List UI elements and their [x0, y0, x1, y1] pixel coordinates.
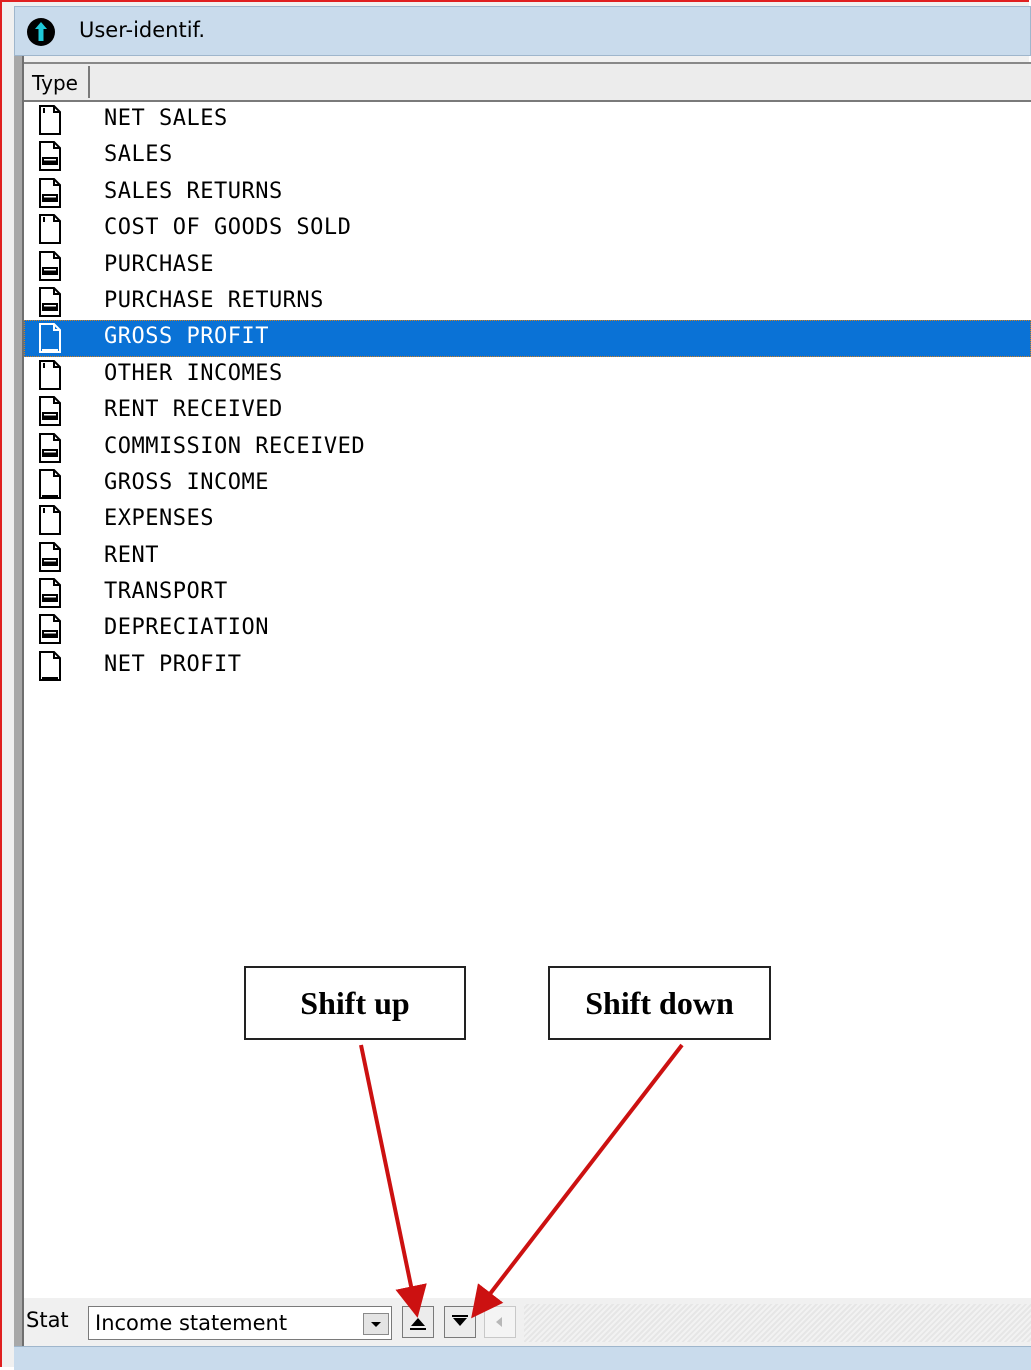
document-outline-icon — [36, 505, 64, 536]
statement-select[interactable]: Income statement — [88, 1306, 392, 1340]
list-item[interactable]: GROSS INCOME — [24, 466, 1031, 502]
document-underline-icon — [36, 468, 64, 499]
document-outline-icon — [36, 214, 64, 245]
list-item-label: NET PROFIT — [104, 651, 242, 677]
title-bar: User-identif. — [14, 6, 1031, 56]
list-item[interactable]: NET PROFIT — [24, 648, 1031, 684]
status-bar — [14, 1346, 1031, 1370]
document-underline-icon — [36, 650, 64, 681]
shift-up-callout: Shift up — [244, 966, 466, 1040]
document-filled-icon — [36, 432, 64, 463]
list-item[interactable]: TRANSPORT — [24, 575, 1031, 611]
document-filled-icon — [36, 614, 64, 645]
left-splitter[interactable] — [14, 56, 24, 1366]
list-item-label: PURCHASE — [104, 251, 214, 277]
list-item[interactable]: SALES — [24, 138, 1031, 174]
list-item[interactable]: COST OF GOODS SOLD — [24, 211, 1031, 247]
list-item[interactable]: OTHER INCOMES — [24, 357, 1031, 393]
list-item[interactable]: RENT RECEIVED — [24, 393, 1031, 429]
list-item[interactable]: PURCHASE RETURNS — [24, 284, 1031, 320]
triangle-up-icon — [410, 1318, 426, 1330]
shift-down-callout: Shift down — [548, 966, 771, 1040]
document-filled-icon — [36, 578, 64, 609]
list-item-label: NET SALES — [104, 106, 228, 131]
triangle-left-icon — [496, 1317, 502, 1327]
list-item-label: RENT — [104, 542, 159, 568]
list-item[interactable]: NET SALES — [24, 102, 1031, 138]
list-item[interactable]: PURCHASE — [24, 248, 1031, 284]
list-item-label: GROSS PROFIT — [104, 324, 269, 350]
window-title: User-identif. — [79, 18, 206, 42]
document-outline-icon — [36, 105, 64, 135]
list-item-label: GROSS INCOME — [104, 469, 269, 495]
list-item-label: OTHER INCOMES — [104, 360, 283, 386]
item-list[interactable]: Type NET SALES SALES SALES RETURNS COST OF … — [24, 62, 1031, 1300]
list-item[interactable]: GROSS PROFIT — [24, 320, 1031, 357]
shift-up-button[interactable] — [402, 1306, 434, 1338]
list-item-label: COST OF GOODS SOLD — [104, 215, 352, 241]
chevron-down-icon[interactable] — [363, 1313, 389, 1335]
list-item[interactable]: COMMISSION RECEIVED — [24, 430, 1031, 466]
bottom-toolbar: Stat Income statement — [24, 1298, 1031, 1346]
shift-down-button[interactable] — [444, 1306, 476, 1338]
info-arrow-icon — [27, 18, 55, 46]
column-header-type[interactable]: Type — [28, 66, 90, 98]
statement-select-value: Income statement — [95, 1311, 288, 1335]
list-item-label: PURCHASE RETURNS — [104, 287, 324, 313]
list-item-label: COMMISSION RECEIVED — [104, 433, 366, 459]
document-underline-icon — [36, 323, 64, 354]
list-item[interactable]: RENT — [24, 539, 1031, 575]
list-item-label: SALES RETURNS — [104, 178, 283, 204]
list-header: Type — [24, 64, 1031, 102]
document-filled-icon — [36, 541, 64, 572]
list-item-label: TRANSPORT — [104, 579, 228, 605]
document-filled-icon — [36, 396, 64, 427]
list-item[interactable]: SALES RETURNS — [24, 175, 1031, 211]
stat-label: Stat — [26, 1308, 69, 1332]
document-filled-icon — [36, 141, 64, 172]
list-item[interactable]: DEPRECIATION — [24, 611, 1031, 647]
triangle-down-icon — [452, 1315, 468, 1326]
list-item-label: RENT RECEIVED — [104, 397, 283, 423]
document-outline-icon — [36, 359, 64, 390]
scroll-left-button[interactable] — [484, 1306, 516, 1338]
document-filled-icon — [36, 286, 64, 317]
document-filled-icon — [36, 250, 64, 281]
list-item-label: EXPENSES — [104, 506, 214, 532]
document-filled-icon — [36, 177, 64, 208]
list-item-label: DEPRECIATION — [104, 615, 269, 641]
list-item-label: SALES — [104, 142, 173, 168]
list-rows: NET SALES SALES SALES RETURNS COST OF GOODS… — [24, 102, 1031, 684]
horizontal-scrollbar-track[interactable] — [524, 1304, 1031, 1342]
list-item[interactable]: EXPENSES — [24, 502, 1031, 538]
